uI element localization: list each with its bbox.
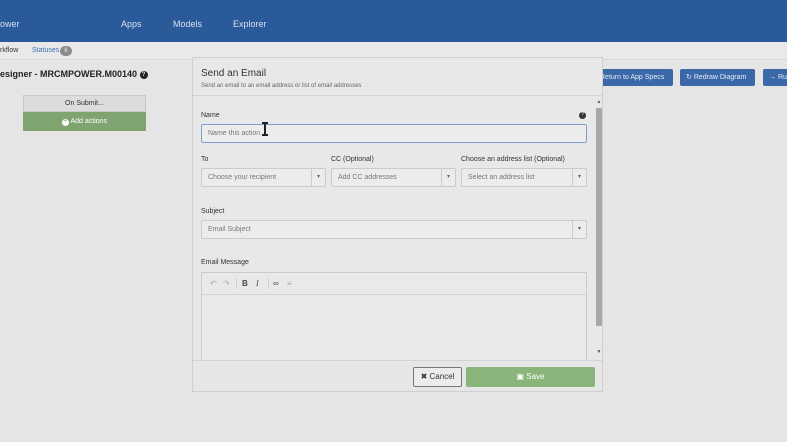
subject-select-text: Email Subject [208, 226, 251, 233]
brand-name[interactable]: ower [0, 19, 20, 29]
undo-icon[interactable]: ↶ [210, 279, 217, 288]
arrow-right-icon: → [769, 74, 778, 81]
nav-explorer[interactable]: Explorer [233, 19, 267, 29]
close-icon: ✖ [420, 372, 430, 381]
address-list-select-text: Select an address list [468, 174, 535, 181]
statuses-count-badge: 6 [60, 46, 72, 56]
toolbar-divider [268, 278, 269, 289]
modal-scrollbar[interactable]: ▲ ▼ [595, 98, 602, 360]
to-select-text: Choose your recipient [208, 174, 277, 181]
scroll-down-arrow-icon[interactable]: ▼ [595, 348, 602, 356]
scroll-up-arrow-icon[interactable]: ▲ [595, 98, 602, 106]
text-cursor-icon [262, 122, 268, 136]
cancel-label: Cancel [429, 372, 455, 381]
italic-icon[interactable]: I [256, 279, 259, 288]
add-actions-label: Add actions [70, 118, 108, 125]
address-list-label: Choose an address list (Optional) [461, 156, 565, 163]
run-label: Ru [777, 74, 787, 81]
question-circle-icon[interactable]: ? [579, 112, 586, 119]
redraw-diagram-button[interactable]: ↻ Redraw Diagram [680, 69, 755, 86]
caret-down-icon[interactable]: ▾ [441, 169, 455, 186]
tab-statuses[interactable]: Statuses [32, 47, 59, 54]
help-icon[interactable]: ? [139, 71, 148, 79]
redo-icon[interactable]: ↷ [223, 279, 230, 288]
modal-subtitle: Send an email to an email address or lis… [201, 83, 362, 89]
scroll-thumb[interactable] [596, 108, 602, 326]
email-message-label: Email Message [201, 259, 249, 266]
to-select[interactable]: Choose your recipient ▾ [201, 168, 326, 187]
modal-footer: ✖ Cancel ▣ Save [193, 360, 602, 391]
subject-select[interactable]: Email Subject ▾ [201, 220, 587, 239]
link-icon[interactable]: ∞ [273, 279, 279, 288]
toolbar-divider [236, 278, 237, 289]
modal-title: Send an Email [201, 68, 267, 79]
caret-down-icon[interactable]: ▾ [311, 169, 325, 186]
cancel-button[interactable]: ✖ Cancel [413, 367, 462, 387]
caret-down-icon[interactable]: ▾ [572, 169, 586, 186]
return-to-app-specs-button[interactable]: Return to App Specs [594, 69, 673, 86]
nav-apps[interactable]: Apps [121, 19, 142, 29]
to-label: To [201, 156, 209, 163]
cc-label: CC (Optional) [331, 156, 374, 163]
redraw-diagram-label: Redraw Diagram [693, 74, 747, 81]
caret-down-icon[interactable]: ▾ [572, 221, 586, 238]
address-list-select[interactable]: Select an address list ▾ [461, 168, 587, 187]
add-actions-button[interactable]: + Add actions [23, 112, 146, 131]
refresh-icon: ↻ [686, 74, 694, 81]
save-button[interactable]: ▣ Save [466, 367, 595, 387]
name-input[interactable]: Name this action [201, 124, 587, 143]
nav-models[interactable]: Models [173, 19, 202, 29]
tab-workflow[interactable]: rkflow [0, 47, 18, 54]
bold-icon[interactable]: B [242, 279, 248, 288]
return-to-app-specs-label: Return to App Specs [600, 74, 665, 81]
modal-header: Send an Email Send an email to an email … [193, 58, 602, 96]
page-title: esigner - MRCMPOWER.M00140 ? [0, 69, 148, 79]
cc-select-text: Add CC addresses [338, 174, 397, 181]
cc-select[interactable]: Add CC addresses ▾ [331, 168, 456, 187]
send-email-modal: Send an Email Send an email to an email … [192, 57, 603, 392]
email-message-editor[interactable]: ↶ ↷ B I ∞ ≡ [201, 272, 587, 372]
save-label: Save [526, 372, 545, 381]
on-submit-node[interactable]: On Submit... [23, 95, 146, 112]
top-navbar: ower Apps Models Explorer [0, 0, 787, 42]
page-title-text: esigner - MRCMPOWER.M00140 [0, 69, 138, 79]
subject-label: Subject [201, 208, 225, 215]
unlink-icon[interactable]: ≡ [287, 279, 292, 288]
plus-circle-icon: + [61, 119, 69, 126]
editor-toolbar: ↶ ↷ B I ∞ ≡ [202, 273, 586, 295]
run-button[interactable]: → Ru [763, 69, 787, 86]
save-icon: ▣ [516, 372, 527, 381]
name-label: Name [201, 112, 220, 119]
